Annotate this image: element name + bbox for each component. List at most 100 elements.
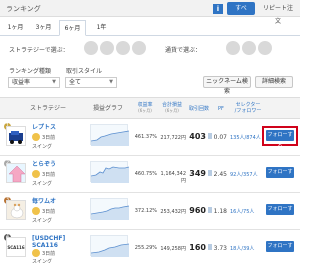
thumbnail-text: SCA116 [7,245,25,250]
pair-filter-icon-2[interactable] [242,41,256,55]
tab-repeat-order[interactable]: リピート注文 [256,2,300,25]
page-title: ランキング [6,5,41,13]
table-row[interactable]: 4 SCA116 [USDCHF] SCA116 3日前 スイング 255.29… [0,231,300,263]
trade-style: スイング [32,259,53,263]
user-time: 3日前 [42,172,56,178]
chevron-down-icon: ▼ [52,79,56,85]
return-rate: 460.75% [134,171,157,177]
bar-chart-icon [208,244,212,250]
follow-button[interactable]: フォローする [266,204,294,223]
return-rate: 372.12% [134,208,157,214]
blue-car-icon [9,131,23,144]
strategy-name[interactable]: レプトス [32,124,56,131]
header-total-profit-sub: (6ヶ月) [165,108,179,113]
tab-3-months[interactable]: 3ヶ月 [30,20,57,36]
table-row[interactable]: 2 とらぞう 3日前 スイング 460.75% 1,164,342円 349 2… [0,157,300,193]
trade-style-value: 全て [69,79,82,86]
pair-filter-icon-3[interactable] [258,41,272,55]
trade-count: 403 [189,132,206,141]
user-icon [32,170,40,178]
strategy-thumbnail: SCA116 [6,237,26,257]
user-icon [32,207,40,215]
return-rate: 255.29% [134,245,157,251]
strategy-name[interactable]: とらぞう [32,161,56,168]
header-total-profit[interactable]: 合計損益 (6ヶ月) [159,102,185,114]
strategy-filter-icon-1[interactable] [84,41,98,55]
profit-graph [90,161,130,183]
trade-style-select[interactable]: 全て ▼ [65,77,117,88]
strategy-thumbnail [6,163,26,183]
trade-style: スイング [32,144,53,150]
detail-search-button[interactable]: 詳細検索 [255,76,293,88]
ranking-table-header: ストラテジー 損益グラフ 収益率 (6ヶ月) 合計損益 (6ヶ月) 取引回数 P… [0,97,300,119]
strategy-name[interactable]: [USDCHF] SCA116 [32,235,84,249]
strategy-filter-icon-3[interactable] [116,41,130,55]
strategy-thumbnail [6,126,26,146]
header-selector[interactable]: セレクター /フォロワー [232,102,264,114]
total-profit: 217,722円 [160,135,186,141]
total-profit: 253,432円 [160,209,186,215]
table-row[interactable]: 1 レプトス 3日前 スイング 461.37% 217,722円 403 0.0… [0,120,300,156]
header-strategy: ストラテジー [30,105,67,112]
bar-chart-icon [208,133,212,139]
ranking-type-label: ランキング種類 [9,68,51,75]
header-return-rate-sub: (6ヶ月) [138,108,152,113]
animal-icon [10,203,24,219]
page-header: ランキング i すべて リピート注文 [0,0,300,25]
return-rate: 461.37% [134,134,157,140]
strategy-filter-icon-2[interactable] [100,41,114,55]
trade-style: スイング [32,181,53,187]
profit-graph [90,198,130,220]
strategy-select-label: ストラテジーで選ぶ： [9,47,69,54]
header-graph: 損益グラフ [93,105,124,112]
ranking-type-select[interactable]: 収益率 ▼ [8,77,60,88]
up-arrow-icon [8,165,25,182]
bar-chart-icon [208,207,212,213]
chevron-down-icon: ▼ [109,79,113,85]
user-time: 3日前 [42,209,56,215]
ranking-type-value: 収益率 [12,79,31,86]
pf-value: 2.45 [213,171,227,178]
follow-button[interactable]: フォローする [266,130,294,149]
tab-all[interactable]: すべて [227,2,255,25]
trade-style: スイング [32,218,53,224]
tab-1-month[interactable]: 1ヶ月 [2,20,29,36]
pf-value: 0.07 [213,134,227,141]
header-return-rate[interactable]: 収益率 (6ヶ月) [134,102,156,114]
selector-follower[interactable]: 18人/39人 [230,245,264,252]
strategy-filter-icon-4[interactable] [132,41,146,55]
trade-count: 960 [189,206,206,215]
user-time: 3日前 [42,251,56,257]
pair-select-label: 通貨で選ぶ： [165,47,202,54]
total-profit: 149,258円 [160,246,186,252]
user-icon [32,249,40,257]
bar-chart-icon [208,170,212,176]
trade-count: 160 [189,243,206,252]
selector-follower[interactable]: 16人/75人 [230,208,264,215]
header-trade-count[interactable]: 取引回数 [188,106,210,112]
pf-value: 1.18 [213,208,227,215]
strategy-name[interactable]: 毎ワムオ [32,198,56,205]
pair-filter-icon-1[interactable] [226,41,240,55]
profit-graph [90,124,130,146]
trade-count: 349 [189,169,206,178]
follow-button[interactable]: フォローする [266,241,294,260]
follow-button[interactable]: フォローする [266,167,294,186]
nickname-search-button[interactable]: ニックネーム検索 [203,76,251,95]
header-pf[interactable]: PF [216,106,226,112]
user-icon [32,133,40,141]
tab-1-year[interactable]: 1年 [88,20,115,36]
trade-style-label: 取引スタイル [66,68,103,75]
period-tabs: 1ヶ月 3ヶ月 6ヶ月 1年 [0,17,300,36]
pf-value: 3.73 [213,245,227,252]
table-row[interactable]: 3 毎ワムオ 3日前 スイング 372.12% 253,432円 960 1.1… [0,194,300,230]
header-follower-label: /フォロワー [234,108,262,114]
total-profit: 1,164,342円 [160,171,186,184]
info-icon[interactable]: i [213,4,223,14]
profit-graph [90,235,130,257]
tab-6-months[interactable]: 6ヶ月 [59,20,86,36]
user-time: 3日前 [42,135,56,141]
strategy-thumbnail [6,200,26,220]
selector-follower[interactable]: 135人/874人 [230,134,264,141]
selector-follower[interactable]: 92人/357人 [230,171,264,178]
